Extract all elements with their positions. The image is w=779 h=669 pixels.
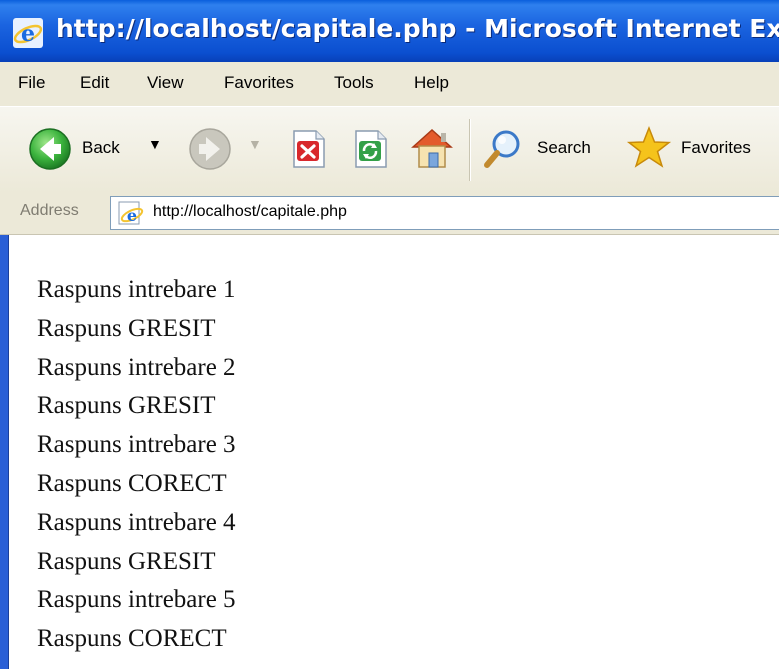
- forward-arrow-icon: [189, 128, 231, 170]
- menu-favorites[interactable]: Favorites: [224, 73, 294, 93]
- content-line: Raspuns CORECT: [37, 469, 227, 497]
- content-line: Raspuns intrebare 3: [37, 431, 236, 459]
- content-line: Raspuns intrebare 5: [37, 586, 236, 614]
- home-icon: [411, 128, 453, 168]
- back-label: Back: [82, 138, 120, 157]
- svg-text:e: e: [21, 21, 35, 47]
- address-bar: Address e http://localhost/capitale.php: [0, 192, 779, 235]
- page-content: Raspuns intrebare 1 Raspuns GRESIT Raspu…: [0, 235, 779, 669]
- menu-bar: File Edit View Favorites Tools Help: [0, 62, 779, 107]
- forward-button[interactable]: ▼: [188, 127, 268, 171]
- content-line: Raspuns intrebare 2: [37, 353, 236, 381]
- favorites-star-icon: [626, 125, 672, 168]
- stop-icon: [293, 130, 325, 168]
- internet-explorer-icon[interactable]: e: [10, 15, 46, 51]
- menu-edit[interactable]: Edit: [80, 73, 109, 93]
- menu-tools[interactable]: Tools: [334, 73, 374, 93]
- browser-window: e http://localhost/capitale.php - Micros…: [0, 0, 779, 669]
- content-line: Raspuns CORECT: [37, 625, 227, 653]
- content-line: Raspuns GRESIT: [37, 314, 216, 342]
- back-button[interactable]: Back ▼: [28, 127, 173, 171]
- window-title: http://localhost/capitale.php - Microsof…: [56, 14, 779, 43]
- refresh-button[interactable]: [350, 129, 390, 169]
- menu-file[interactable]: File: [18, 73, 45, 93]
- title-bar[interactable]: e http://localhost/capitale.php - Micros…: [0, 0, 779, 62]
- address-url: http://localhost/capitale.php: [153, 203, 347, 220]
- home-button[interactable]: [408, 125, 456, 171]
- address-label: Address: [20, 202, 79, 219]
- content-line: Raspuns GRESIT: [37, 547, 216, 575]
- address-field[interactable]: e http://localhost/capitale.php: [110, 196, 779, 230]
- content-line: Raspuns intrebare 1: [37, 276, 236, 303]
- menu-view[interactable]: View: [147, 73, 184, 93]
- content-line: Raspuns intrebare 4: [37, 508, 236, 536]
- forward-dropdown-icon[interactable]: ▼: [248, 136, 262, 152]
- window-left-border: [0, 235, 9, 669]
- svg-text:e: e: [127, 206, 137, 225]
- search-label: Search: [537, 138, 591, 157]
- stop-button[interactable]: [288, 129, 328, 169]
- menu-help[interactable]: Help: [414, 73, 449, 93]
- page-icon: e: [118, 201, 144, 225]
- refresh-icon: [355, 130, 387, 168]
- search-icon: [484, 130, 520, 168]
- back-dropdown-icon[interactable]: ▼: [148, 136, 162, 152]
- favorites-button[interactable]: Favorites: [625, 125, 779, 171]
- back-arrow-icon: [29, 128, 71, 170]
- toolbar: Back ▼ ▼ Search Favorites: [0, 106, 779, 194]
- result-lines: Raspuns intrebare 1 Raspuns GRESIT Raspu…: [37, 271, 236, 659]
- favorites-label: Favorites: [681, 138, 751, 157]
- toolbar-separator: [469, 119, 471, 181]
- search-button[interactable]: Search: [482, 127, 612, 171]
- content-line: Raspuns GRESIT: [37, 392, 216, 420]
